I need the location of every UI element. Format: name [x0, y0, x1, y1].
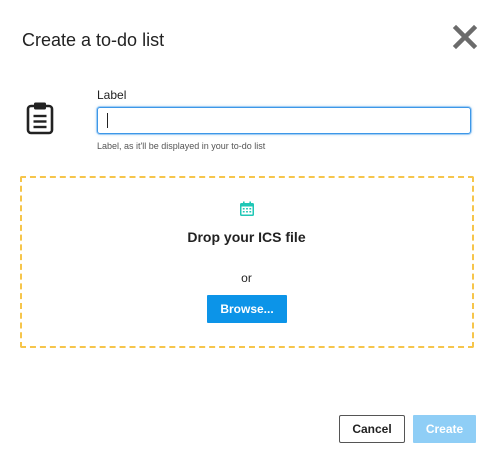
dialog-title: Create a to-do list — [22, 30, 165, 50]
create-todo-list-dialog: Create a to-do list Label Label, as it'l… — [0, 0, 493, 459]
text-caret — [107, 113, 108, 128]
close-icon — [452, 24, 478, 50]
clipboard-icon — [26, 102, 54, 135]
label-input[interactable] — [97, 107, 471, 134]
create-button[interactable]: Create — [413, 415, 476, 443]
dropzone-heading: Drop your ICS file — [187, 229, 306, 245]
browse-button[interactable]: Browse... — [207, 295, 287, 323]
cancel-button[interactable]: Cancel — [339, 415, 405, 443]
close-button[interactable] — [452, 24, 478, 50]
label-field-label: Label — [97, 88, 127, 102]
calendar-icon — [240, 201, 254, 216]
dropzone-or-text: or — [241, 271, 252, 285]
label-helper-text: Label, as it'll be displayed in your to-… — [97, 141, 266, 151]
